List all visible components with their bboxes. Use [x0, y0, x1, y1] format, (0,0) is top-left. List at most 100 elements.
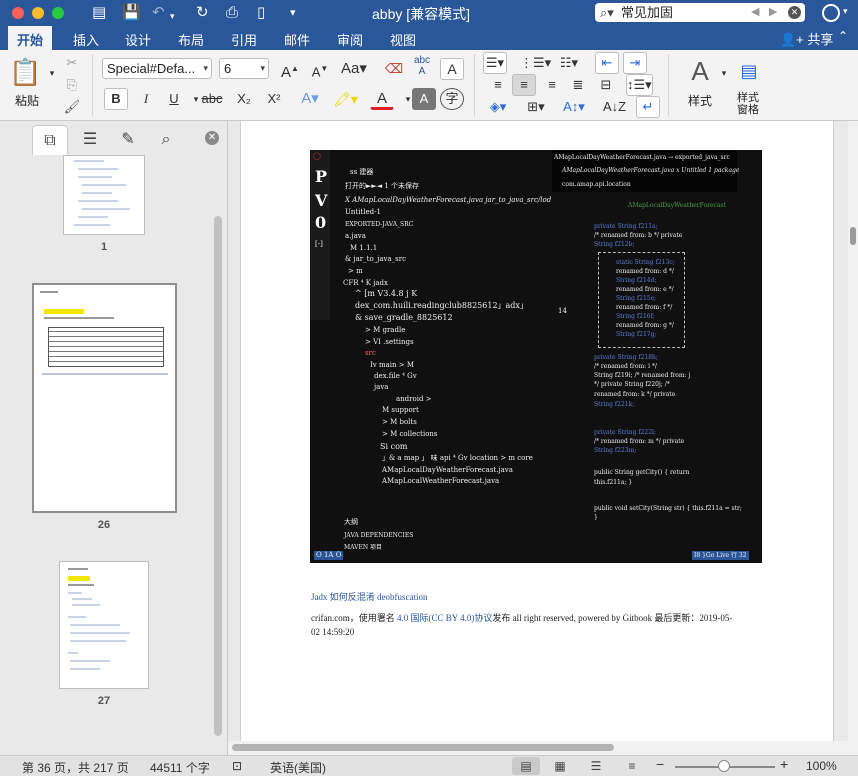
increase-indent-icon[interactable]: ⇥	[623, 52, 647, 74]
page-count[interactable]: 第 36 页，共 217 页	[22, 759, 129, 776]
font-color-icon[interactable]: A	[370, 88, 394, 110]
share-button[interactable]: 👤+ 共享	[780, 29, 833, 48]
redo-icon[interactable]: ↻	[196, 3, 209, 23]
search-previous-icon[interactable]: ◀	[751, 3, 759, 22]
font-size-select[interactable]: 6 ▾	[219, 58, 269, 79]
user-account-icon[interactable]	[822, 4, 840, 22]
cut-icon[interactable]: ✂	[60, 52, 84, 74]
outline-tab-icon[interactable]: ☰	[72, 125, 108, 155]
draft-view-icon[interactable]: ≡	[618, 757, 646, 775]
subscript-button[interactable]: X₂	[232, 88, 256, 110]
zoom-slider-handle[interactable]	[718, 760, 730, 772]
grow-font-icon[interactable]: A▲	[278, 58, 302, 81]
strikethrough-button[interactable]: abc	[200, 88, 224, 110]
tab-references[interactable]: 引用	[231, 30, 257, 49]
vertical-scrollbar[interactable]	[848, 121, 858, 741]
text-effects-icon[interactable]: A▾	[298, 88, 322, 110]
highlight-icon[interactable]: 🖍▾	[332, 88, 359, 110]
word-count[interactable]: 44511 个字	[150, 759, 210, 776]
line-spacing-icon[interactable]: ↕☰▾	[626, 74, 653, 96]
align-right-icon[interactable]: ≡	[540, 74, 564, 96]
vertical-scrollbar-thumb[interactable]	[850, 227, 856, 245]
print-layout-view-icon[interactable]: ▤	[512, 757, 540, 775]
superscript-button[interactable]: X²	[262, 88, 286, 110]
justify-icon[interactable]: ≣	[566, 74, 590, 96]
search-next-icon[interactable]: ▶	[769, 3, 777, 22]
character-border-icon[interactable]: A	[440, 58, 464, 80]
language[interactable]: 英语(美国)	[270, 759, 326, 776]
ribbon-tab-bar: 开始 插入 设计 布局 引用 邮件 审阅 视图 👤+ 共享 ⌃	[0, 26, 858, 50]
new-document-icon[interactable]: ▯	[257, 3, 265, 23]
proofing-icon[interactable]: ⊡	[232, 759, 242, 773]
styles-chevron-icon[interactable]: ▾	[712, 62, 736, 84]
search-value: 常见加固	[621, 5, 674, 20]
close-pane-icon[interactable]: ✕	[205, 131, 219, 145]
font-name-select[interactable]: Special#Defa... ▾	[102, 58, 212, 79]
shrink-font-icon[interactable]: A▼	[308, 58, 332, 80]
bold-button[interactable]: B	[104, 88, 128, 110]
tab-home[interactable]: 开始	[8, 26, 53, 50]
web-layout-view-icon[interactable]: ▦	[546, 757, 574, 775]
tab-view[interactable]: 视图	[390, 30, 416, 49]
tab-design[interactable]: 设计	[125, 30, 151, 49]
italic-button[interactable]: I	[134, 88, 158, 110]
user-menu-chevron-icon[interactable]: ▾	[843, 6, 848, 17]
styles-pane-icon[interactable]: ▤	[736, 56, 762, 86]
decrease-indent-icon[interactable]: ⇤	[595, 52, 619, 74]
tab-review[interactable]: 审阅	[337, 30, 363, 49]
license-link[interactable]: 4.0 国际(CC BY 4.0)协议	[397, 613, 492, 623]
underline-button[interactable]: U	[162, 88, 186, 110]
minimize-window-button[interactable]	[32, 7, 44, 19]
align-left-icon[interactable]: ≡	[486, 74, 510, 96]
collapse-ribbon-icon[interactable]: ⌃	[838, 29, 848, 43]
multilevel-list-icon[interactable]: ☷▾	[557, 52, 581, 74]
print-icon[interactable]: ⎙	[226, 3, 238, 23]
changes-tab-icon[interactable]: ✎	[110, 125, 146, 155]
borders-icon[interactable]: ⊞▾	[524, 96, 548, 118]
phonetic-guide-icon[interactable]: abc A	[410, 54, 434, 77]
tab-insert[interactable]: 插入	[73, 30, 99, 49]
zoom-in-icon[interactable]: +	[780, 756, 788, 772]
ribbon: 📋 ▾ 粘贴 ✂ ⎘ 🖌 Special#Defa... ▾ 6 ▾ A▲ A▼ A…	[0, 50, 858, 121]
align-center-icon[interactable]: ≡	[512, 74, 536, 96]
page-thumbnail-26[interactable]	[32, 283, 177, 513]
copy-icon[interactable]: ⎘	[60, 74, 84, 96]
numbering-icon[interactable]: ⋮☰▾	[519, 52, 552, 74]
zoom-window-button[interactable]	[52, 7, 64, 19]
search-tab-icon[interactable]: ⌕	[148, 125, 184, 155]
distributed-icon[interactable]: ⊟	[594, 74, 618, 96]
document-link[interactable]: Jadx 如何反混淆 deobfuscation	[311, 590, 427, 603]
change-case-icon[interactable]: Aa▾	[340, 58, 368, 80]
customize-toolbar-icon[interactable]: ▾	[290, 3, 296, 23]
page-thumbnail-27[interactable]	[59, 561, 149, 689]
zoom-level[interactable]: 100%	[806, 759, 837, 773]
outline-view-icon[interactable]: ☰	[582, 757, 610, 775]
undo-dropdown-icon[interactable]: ▾	[170, 6, 175, 26]
character-shading-icon[interactable]: A	[412, 88, 436, 110]
show-marks-icon[interactable]: ↵	[636, 96, 660, 118]
horizontal-scrollbar-thumb[interactable]	[232, 744, 614, 751]
nav-pane-scrollbar[interactable]	[214, 216, 222, 736]
tab-layout[interactable]: 布局	[178, 30, 204, 49]
clear-search-icon[interactable]: ✕	[788, 6, 801, 19]
sort-icon[interactable]: A↓Z	[602, 96, 627, 118]
paste-icon[interactable]: 📋	[8, 54, 41, 90]
clear-formatting-icon[interactable]: ⌫	[382, 58, 406, 80]
tab-mailings[interactable]: 邮件	[284, 30, 310, 49]
close-window-button[interactable]	[12, 7, 24, 19]
asian-layout-icon[interactable]: A↕▾	[562, 96, 586, 118]
bullets-icon[interactable]: ☰▾	[483, 52, 507, 74]
footer-text-start: crifan.com，使用署名	[311, 613, 397, 623]
horizontal-scrollbar[interactable]	[228, 741, 858, 755]
image-icon-marker: ◯	[313, 152, 321, 160]
thumbnails-tab-icon[interactable]: ⧉	[32, 125, 68, 155]
format-painter-icon[interactable]: 🖌	[60, 96, 84, 118]
zoom-out-icon[interactable]: −	[656, 756, 664, 772]
undo-icon[interactable]: ↶	[152, 3, 165, 23]
sidebar-toggle-icon[interactable]: ▤	[92, 3, 106, 23]
enclose-characters-icon[interactable]: 字	[440, 88, 464, 110]
shading-icon[interactable]: ◈▾	[486, 96, 510, 118]
page-thumbnail-1[interactable]	[63, 155, 145, 235]
search-input[interactable]: ⌕▾ 常见加固 ◀ ▶ ✕	[595, 3, 805, 22]
save-icon[interactable]: 💾	[122, 3, 141, 23]
